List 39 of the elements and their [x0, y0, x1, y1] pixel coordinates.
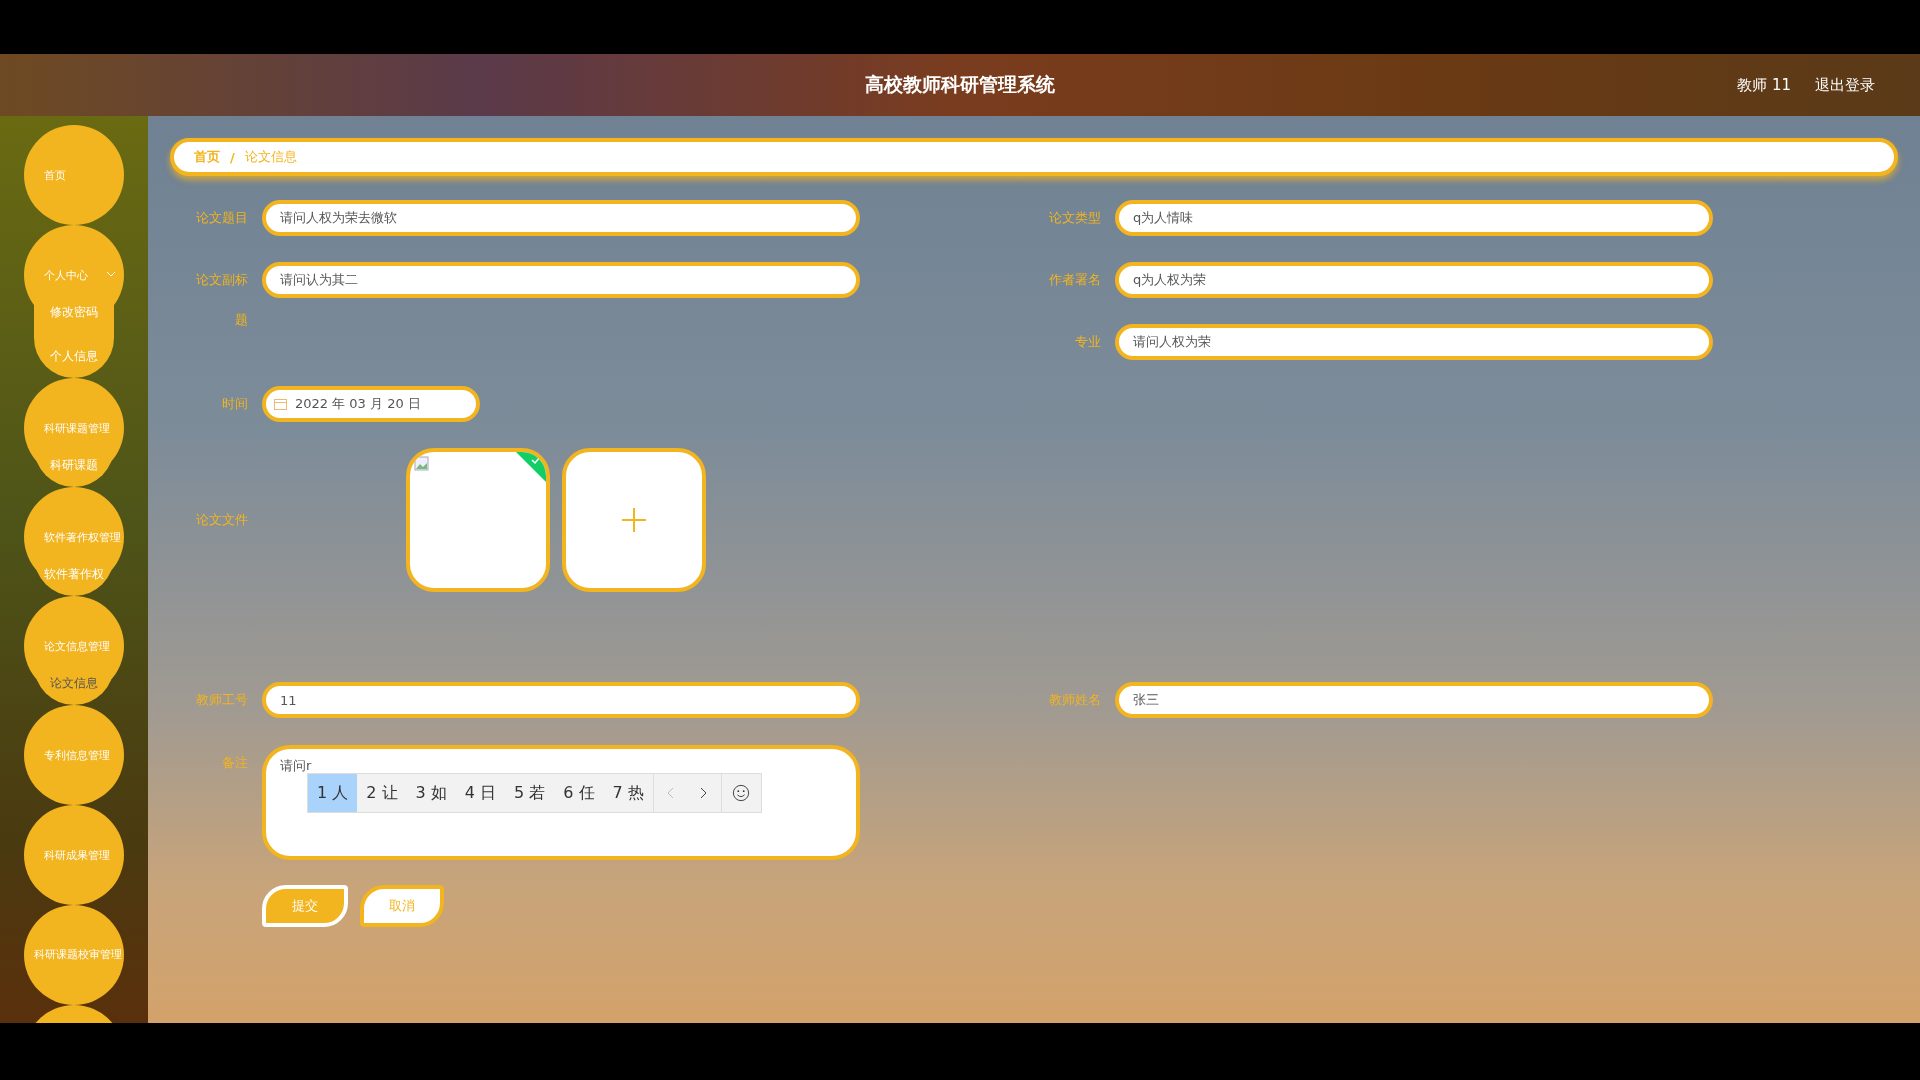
field-label: 论文文件 [195, 511, 248, 529]
app-title: 高校教师科研管理系统 [865, 72, 1055, 97]
field-label: 论文题目 [195, 209, 248, 227]
user-name: 教师 11 [1737, 75, 1791, 95]
ime-candidate[interactable]: 6 任 [554, 774, 604, 812]
success-check-icon [516, 452, 546, 482]
logout-link[interactable]: 退出登录 [1815, 75, 1875, 95]
text-field[interactable]: 张三 [1115, 682, 1713, 718]
caret-icon [106, 271, 116, 277]
field-label: 论文副标题 [195, 271, 248, 329]
field-label: 专业 [1074, 333, 1101, 351]
plus-icon [621, 507, 647, 533]
broken-image-icon [414, 456, 430, 472]
text-field[interactable]: 11 [262, 682, 860, 718]
ime-candidate[interactable]: 7 热 [603, 774, 653, 812]
ime-candidate[interactable]: 1 人 [308, 774, 358, 812]
text-field[interactable]: 请问认为其二 [262, 262, 860, 298]
uploaded-file-card[interactable] [406, 448, 550, 592]
breadcrumb-separator: / [230, 149, 235, 165]
field-label: 教师工号 [195, 691, 248, 709]
ime-candidate[interactable]: 2 让 [357, 774, 407, 812]
field-label: 时间 [221, 395, 248, 413]
text-field[interactable]: 请问人权为荣 [1115, 324, 1713, 360]
text-field[interactable]: 请问人权为荣去微软 [262, 200, 860, 236]
field-label: 教师姓名 [1048, 691, 1101, 709]
remark-field[interactable]: 请问r 1 人 2 让 3 如 4 日 5 若 6 任 7 热 [262, 745, 860, 860]
text-field[interactable]: q为人权为荣 [1115, 262, 1713, 298]
text-field[interactable]: q为人情味 [1115, 200, 1713, 236]
calendar-icon [274, 398, 287, 410]
date-field[interactable]: 2022 年 03 月 20 日 [262, 386, 480, 422]
field-label: 作者署名 [1048, 271, 1101, 289]
ime-candidate[interactable]: 4 日 [455, 774, 506, 812]
field-label: 论文类型 [1048, 209, 1101, 227]
ime-candidate[interactable]: 3 如 [406, 774, 456, 812]
remark-value: 请问r [280, 758, 312, 773]
ime-candidate[interactable]: 5 若 [505, 774, 555, 812]
upload-button[interactable] [562, 448, 706, 592]
field-label: 备注 [221, 754, 248, 772]
date-value: 2022 年 03 月 20 日 [295, 395, 421, 413]
